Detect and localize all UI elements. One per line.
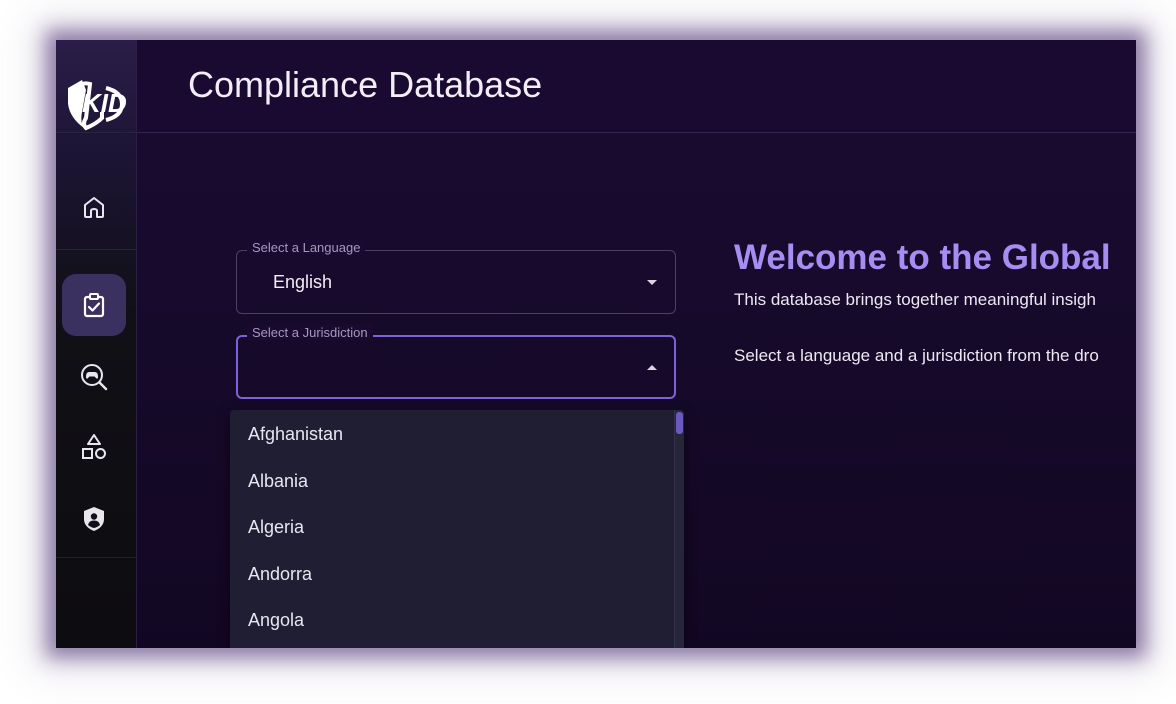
language-select[interactable]: Select a Language English: [236, 240, 676, 314]
shapes-icon: [82, 434, 106, 459]
welcome-instructions: Select a language and a jurisdiction fro…: [734, 346, 1099, 365]
dropdown-option[interactable]: Algeria: [248, 517, 304, 538]
jurisdiction-select-label: Select a Jurisdiction: [247, 325, 373, 340]
dropdown-scrollbar[interactable]: [674, 410, 684, 648]
chevron-down-icon: [647, 280, 657, 285]
app-window: KID Compliance Database Select a Languag…: [56, 40, 1136, 648]
chevron-up-icon: [647, 365, 657, 370]
clipboard-check-icon: [83, 293, 105, 318]
sidebar-item-privacy[interactable]: [62, 488, 126, 550]
sidebar-item-categories[interactable]: [62, 416, 126, 478]
language-select-value: English: [273, 272, 333, 292]
scrollbar-thumb[interactable]: [676, 412, 683, 434]
sidebar-divider: [56, 249, 136, 250]
sidebar-divider: [56, 132, 136, 133]
shield-user-icon: [84, 507, 104, 531]
jurisdiction-select[interactable]: Select a Jurisdiction: [236, 325, 676, 399]
dropdown-option[interactable]: Albania: [248, 471, 308, 492]
page-header: Compliance Database: [137, 40, 1136, 133]
welcome-title: Welcome to the Global: [734, 238, 1111, 277]
kid-logo[interactable]: KID: [62, 74, 128, 132]
sidebar-item-game-search[interactable]: [62, 346, 126, 408]
home-icon: [84, 197, 104, 218]
gamepad-search-icon: [81, 364, 108, 391]
sidebar-item-compliance[interactable]: [62, 274, 126, 336]
sidebar-divider: [56, 557, 136, 558]
sidebar: KID: [56, 40, 137, 648]
dropdown-option[interactable]: Angola: [248, 610, 304, 631]
dropdown-option[interactable]: Afghanistan: [248, 424, 343, 445]
dropdown-option[interactable]: Andorra: [248, 564, 312, 585]
jurisdiction-dropdown: Afghanistan Albania Algeria Andorra Ango…: [230, 410, 684, 648]
welcome-description: This database brings together meaningful…: [734, 290, 1096, 309]
language-select-label: Select a Language: [247, 240, 366, 255]
page-title: Compliance Database: [188, 64, 543, 105]
sidebar-item-home[interactable]: [62, 176, 126, 238]
